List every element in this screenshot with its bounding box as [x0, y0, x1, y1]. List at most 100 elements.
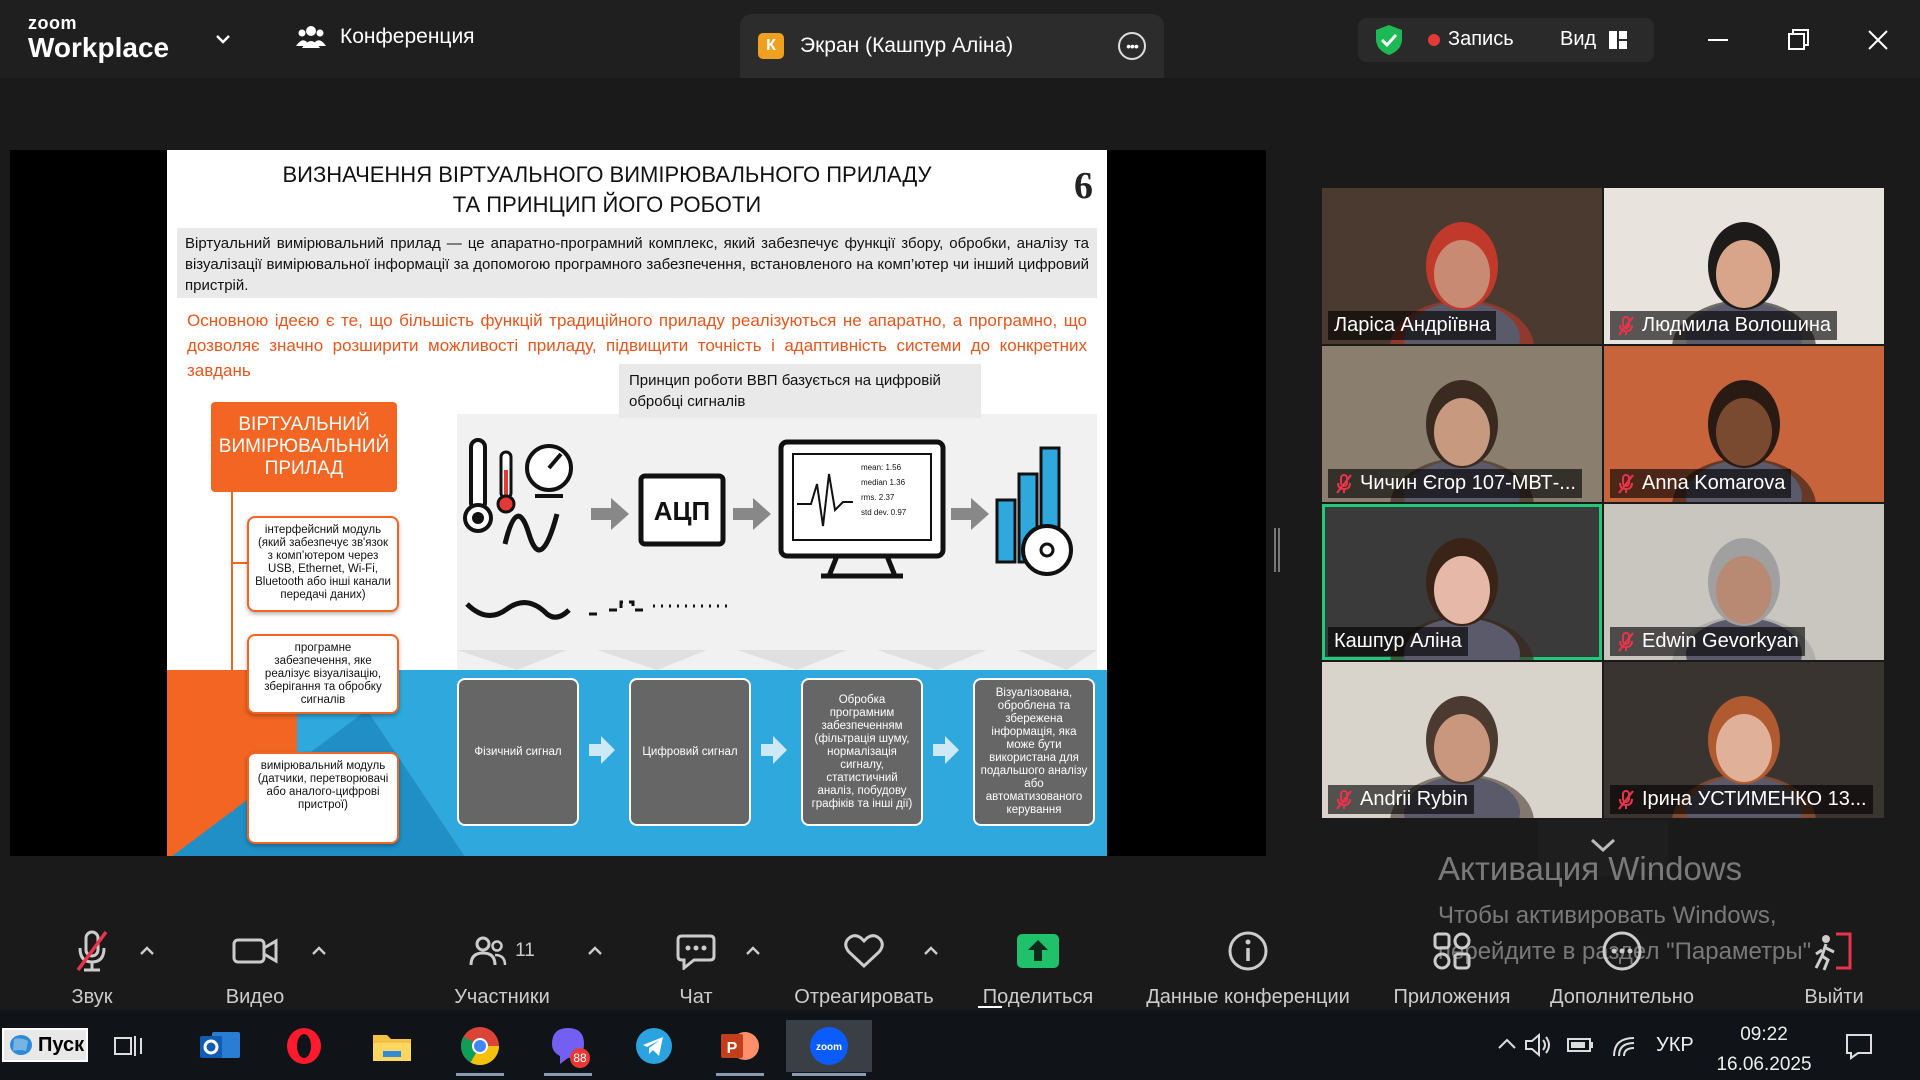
participant-name: Anna Komarova: [1642, 472, 1786, 494]
close-icon[interactable]: [1860, 22, 1896, 58]
panel-resize-handle[interactable]: [1274, 528, 1280, 572]
viber-icon: 88: [552, 1028, 590, 1068]
microphone-muted-icon: [1618, 631, 1634, 652]
video-options-caret-icon[interactable]: [310, 942, 328, 960]
participants-count: 11: [515, 940, 535, 961]
meeting-toolbar: Звук Видео 11 Участники Чат Отреагироват…: [0, 906, 1920, 1009]
participant-name: Ірина УСТИМЕНКО 13...: [1642, 788, 1867, 810]
view-button[interactable]: Вид: [1560, 28, 1628, 51]
meeting-info-button[interactable]: Данные конференции: [1138, 926, 1358, 1009]
speaker-icon[interactable]: [1524, 1032, 1554, 1058]
monitor-stat-std: std dev. 0.97: [861, 508, 907, 517]
chat-options-caret-icon[interactable]: [744, 942, 762, 960]
participant-tile[interactable]: Ірина УСТИМЕНКО 13...: [1604, 662, 1884, 818]
slide-principle-text: Принцип роботи ВВП базується на цифровій…: [619, 364, 981, 418]
outlook-icon: [200, 1032, 240, 1058]
zoom-workplace-logo[interactable]: zoom Workplace: [28, 14, 169, 62]
react-options-caret-icon[interactable]: [922, 942, 940, 960]
participant-tile[interactable]: Кашпур Аліна: [1322, 504, 1602, 660]
flow-step-digital-signal: Цифровий сигнал: [629, 678, 751, 826]
audio-options-caret-icon[interactable]: [138, 942, 156, 960]
participants-options-caret-icon[interactable]: [586, 942, 604, 960]
adc-label: АЦП: [654, 496, 710, 526]
more-options-icon[interactable]: •••: [1118, 32, 1146, 60]
thermometer-red-icon: [496, 450, 516, 514]
recording-indicator[interactable]: Запись: [1428, 28, 1514, 51]
chrome-icon: [460, 1027, 500, 1066]
participant-tile[interactable]: Anna Komarova: [1604, 346, 1884, 502]
wifi-icon[interactable]: [1610, 1032, 1638, 1058]
taskbar-viber[interactable]: 88: [538, 1020, 598, 1076]
participant-tile[interactable]: Ларіса Андріївна: [1322, 188, 1602, 344]
notifications-icon[interactable]: [1844, 1032, 1874, 1060]
title-bar: zoom Workplace Конференция К Экран (Кашп…: [0, 0, 1920, 78]
react-button[interactable]: Отреагировать: [788, 926, 940, 1009]
participant-name-tag: Ларіса Андріївна: [1328, 311, 1497, 340]
apps-button[interactable]: Приложения: [1384, 926, 1520, 1009]
people-icon: [296, 26, 326, 48]
arrow-right-icon: [761, 736, 787, 764]
participant-tile[interactable]: Чичин Єгор 107-МВТ-...: [1322, 346, 1602, 502]
bar-chart-disk-icon: [995, 446, 1073, 576]
chevron-down-shapes: [457, 650, 1097, 670]
participant-name-tag: Людмила Волошина: [1610, 311, 1838, 340]
participant-name: Кашпур Аліна: [1334, 630, 1462, 652]
language-indicator[interactable]: УКР: [1656, 1034, 1694, 1057]
share-screen-button[interactable]: Поделиться: [978, 926, 1098, 1009]
restore-icon[interactable]: [1780, 22, 1816, 58]
participant-name-tag: Ірина УСТИМЕНКО 13...: [1610, 785, 1873, 814]
microphone-muted-icon: [1618, 315, 1634, 336]
slide-page-number: 6: [1074, 165, 1093, 207]
clock-time: 09:22: [1740, 1024, 1788, 1045]
taskbar-outlook[interactable]: [190, 1020, 250, 1072]
leave-door-icon: [1814, 932, 1852, 971]
shared-screen-view[interactable]: ВИЗНАЧЕННЯ ВІРТУАЛЬНОГО ВИМІРЮВАЛЬНОГО П…: [10, 150, 1266, 856]
slide-title: ВИЗНАЧЕННЯ ВІРТУАЛЬНОГО ВИМІРЮВАЛЬНОГО П…: [227, 160, 987, 220]
more-button[interactable]: Дополнительно: [1542, 926, 1702, 1009]
minimize-icon[interactable]: [1700, 22, 1736, 58]
microphone-muted-icon: [1618, 789, 1634, 810]
chat-bubble-icon: [676, 934, 716, 970]
security-shield-icon[interactable]: [1374, 24, 1404, 56]
windows-start-icon: [10, 1035, 32, 1055]
video-button[interactable]: Видео: [214, 926, 296, 1009]
start-button[interactable]: Пуск: [2, 1028, 88, 1062]
leave-button[interactable]: Выйти: [1794, 926, 1874, 1009]
taskbar-clock[interactable]: 09:22 16.06.2025: [1716, 1020, 1812, 1080]
participant-name-tag: Andrii Rybin: [1328, 785, 1474, 814]
record-dot-icon: [1428, 33, 1440, 46]
apps-icon: [1433, 932, 1471, 970]
audio-button[interactable]: Звук: [52, 926, 132, 1009]
zoom-app-icon: zoom: [810, 1027, 848, 1065]
participant-tile[interactable]: Людмила Волошина: [1604, 188, 1884, 344]
taskbar-telegram[interactable]: [624, 1020, 684, 1072]
taskbar-task-view[interactable]: [100, 1020, 160, 1072]
tab-shared-screen[interactable]: К Экран (Кашпур Аліна) •••: [740, 14, 1164, 78]
participant-name: Людмила Волошина: [1642, 314, 1832, 336]
gauge-icon: [525, 444, 573, 498]
presentation-slide: ВИЗНАЧЕННЯ ВІРТУАЛЬНОГО ВИМІРЮВАЛЬНОГО П…: [167, 150, 1107, 856]
chevron-down-icon[interactable]: [214, 30, 232, 48]
participants-label: Участники: [454, 986, 550, 1008]
meeting-info-label: Данные конференции: [1146, 986, 1350, 1008]
participant-tile[interactable]: Edwin Gevorkyan: [1604, 504, 1884, 660]
taskbar-file-explorer[interactable]: [362, 1020, 422, 1072]
svg-text:P: P: [727, 1040, 738, 1057]
arrow-right-icon: [933, 736, 959, 764]
chevron-up-icon[interactable]: [1496, 1036, 1518, 1052]
microphone-muted-icon: [1618, 473, 1634, 494]
taskbar-opera[interactable]: [274, 1020, 334, 1072]
taskbar-chrome[interactable]: [450, 1020, 510, 1076]
tree-connector-line: [231, 492, 233, 812]
participant-tile[interactable]: Andrii Rybin: [1322, 662, 1602, 818]
tab-conference[interactable]: Конференция: [296, 24, 475, 50]
taskbar-powerpoint[interactable]: P: [710, 1020, 770, 1076]
logo-bottom-text: Workplace: [28, 32, 170, 63]
taskbar-zoom[interactable]: zoom: [786, 1020, 872, 1076]
record-label: Запись: [1448, 28, 1514, 50]
participants-button[interactable]: 11 Участники: [446, 926, 558, 1009]
battery-icon[interactable]: [1566, 1034, 1596, 1056]
chat-button[interactable]: Чат: [666, 926, 726, 1009]
viber-unread-badge: 88: [573, 1051, 587, 1065]
participants-gallery: Ларіса Андріївна Людмила Волошина Чичин Єг…: [1322, 188, 1884, 820]
